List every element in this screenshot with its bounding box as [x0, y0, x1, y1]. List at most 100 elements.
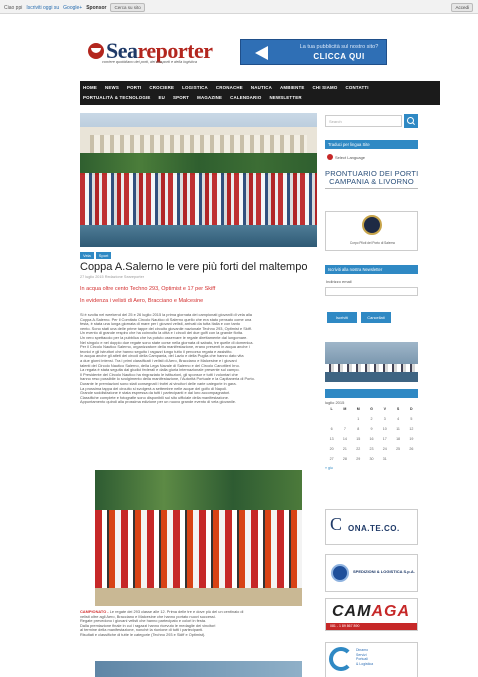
calendar-day[interactable]: 19	[405, 437, 418, 443]
nav-item[interactable]: SPORT	[173, 95, 189, 100]
login-button[interactable]: Accedi	[451, 3, 473, 12]
conateco-name: ONA.TE.CO.	[348, 524, 400, 533]
camaga-name-part-1: CAM	[332, 603, 372, 620]
calendar-day[interactable]: 26	[405, 447, 418, 453]
newsletter-widget-title: Iscriviti alla nostra Newsletter	[325, 265, 418, 274]
calendar-day[interactable]: 5	[405, 417, 418, 423]
calendar-day[interactable]: 15	[352, 437, 365, 443]
calendar-day[interactable]: 13	[325, 437, 338, 443]
unsubscribe-button[interactable]: Cancellati	[361, 312, 391, 323]
calendar-day[interactable]: 9	[365, 427, 378, 433]
nav-item[interactable]: CROCIERE	[149, 85, 174, 90]
nav-item[interactable]: CRONACHE	[216, 85, 243, 90]
nav-item[interactable]: CALENDARIO	[230, 95, 261, 100]
ad-conateco[interactable]: C ONA.TE.CO.	[325, 509, 418, 545]
toolbar-label: Ciao ppi	[4, 4, 23, 11]
article-hero-image[interactable]	[80, 113, 317, 247]
tag-vela[interactable]: Vela	[80, 252, 94, 259]
calendar-day[interactable]: 22	[352, 447, 365, 453]
article-subhead-2: In evidenza i velisti di Aero, Bracciano…	[80, 298, 204, 304]
nav-item[interactable]: EU	[159, 95, 166, 100]
calendar-day[interactable]: 28	[338, 457, 351, 463]
nav-item[interactable]: PORTUALITÀ & TECNOLOGIE	[83, 95, 151, 100]
calendar-day[interactable]: 4	[391, 417, 404, 423]
nav-item[interactable]: PORTI	[127, 85, 141, 90]
port-photo[interactable]	[325, 342, 418, 382]
calendar-day	[338, 417, 351, 423]
calendar-day[interactable]: 17	[378, 437, 391, 443]
calendar-grid: L M M G V S D 1 2 3 4 5 6 7 8 9 10 11 12 13 14 15 16 17 18 19 20 21…	[325, 407, 418, 463]
calendar-day[interactable]: 27	[325, 457, 338, 463]
calendar-day[interactable]: 14	[338, 437, 351, 443]
calendar-widget: luglio 2015 L M M G V S D 1 2 3 4 5 6 7 8 9 10 11 12 13 14 15…	[325, 400, 418, 470]
seal-icon	[362, 215, 382, 235]
article-body: Si è svolta nel weekend del 25 e 26 lugl…	[80, 313, 317, 405]
toolbar-link[interactable]: Iscriviti oggi su	[26, 5, 59, 11]
nav-item[interactable]: NAUTICA	[251, 85, 272, 90]
logo-tagline: corriere quotidiano dei porti, dei trasp…	[102, 60, 197, 64]
ad-camaga[interactable]: CAMAGA 081 - 1 89 867 890	[325, 598, 418, 631]
calendar-day[interactable]: 24	[378, 447, 391, 453]
nav-item[interactable]: HOME	[83, 85, 97, 90]
nav-row-1: HOME NEWS PORTI CROCIERE LOGISTICA CRONACHE NA…	[83, 85, 369, 90]
dinamo-line: & Logistica	[356, 661, 374, 666]
calendar-day[interactable]: 7	[338, 427, 351, 433]
caption-line-text: Dalla premiazione finale in cui i ragazz…	[80, 623, 216, 628]
calendar-prev-link[interactable]: « giu	[325, 466, 418, 470]
calendar-day[interactable]: 12	[405, 427, 418, 433]
nav-item[interactable]: CONTATTI	[346, 85, 369, 90]
caption-line: Risultati e classifiche di tutte le cate…	[80, 633, 317, 638]
nav-item[interactable]: MAGAZINE	[197, 95, 222, 100]
article-photo-3[interactable]	[95, 661, 302, 677]
calendar-day[interactable]: 16	[365, 437, 378, 443]
calendar-day[interactable]: 3	[378, 417, 391, 423]
advertise-banner[interactable]: La tua pubblicità sul nostro sito? CLICC…	[240, 39, 387, 65]
article-title: Coppa A.Salerno le vere più forti del ma…	[80, 261, 308, 273]
calendar-day[interactable]: 23	[365, 447, 378, 453]
calendar-day[interactable]: 6	[325, 427, 338, 433]
nav-item[interactable]: NEWS	[105, 85, 119, 90]
calendar-day[interactable]: 10	[378, 427, 391, 433]
google-translate-icon	[327, 154, 333, 160]
prontuario-line-2: CAMPANIA & LIVORNO	[329, 177, 414, 186]
piloti-caption: Corpo Piloti del Porto di Salerno	[349, 241, 396, 245]
ad-dinamo[interactable]: Dinamo Servizi Portuali & Logistica	[325, 642, 418, 677]
nav-item[interactable]: LOGISTICA	[182, 85, 208, 90]
ad-spedizioni[interactable]: SPEDIZIONI & LOGISTICA S.p.A.	[325, 554, 418, 592]
banner-text: La tua pubblicità sul nostro sito?	[299, 44, 379, 50]
nav-row-2: PORTUALITÀ & TECNOLOGIE EU SPORT MAGAZINE CA…	[83, 95, 302, 100]
calendar-day[interactable]: 21	[338, 447, 351, 453]
calendar-day[interactable]: 29	[352, 457, 365, 463]
nav-item[interactable]: CHI SIAMO	[313, 85, 338, 90]
subscribe-button[interactable]: Iscriviti	[327, 312, 357, 323]
caption-line-text: velisti oltre agli Aero, Bracciano e Mal…	[80, 614, 216, 619]
nav-item[interactable]: AMBIENTE	[280, 85, 305, 90]
calendar-day[interactable]: 11	[391, 427, 404, 433]
toolbar-search-button[interactable]: Cerca su sito	[110, 3, 145, 12]
prontuario-banner[interactable]: PRONTUARIO DEI PORTI CAMPANIA & LIVORNO	[325, 170, 418, 189]
logo-ship-icon	[88, 43, 104, 59]
newsletter-email-field[interactable]	[325, 287, 418, 296]
search-icon[interactable]	[404, 114, 418, 128]
calendar-day[interactable]: 18	[391, 437, 404, 443]
calendar-day[interactable]: 1	[352, 417, 365, 423]
calendar-day[interactable]: 8	[352, 427, 365, 433]
language-select[interactable]: Select Language	[327, 154, 365, 160]
spedizioni-name: SPEDIZIONI & LOGISTICA S.p.A.	[353, 569, 415, 574]
calendar-day[interactable]: 2	[365, 417, 378, 423]
caption-line-text: al termine della manifestazione, nonché …	[80, 628, 204, 633]
calendar-day	[391, 457, 404, 463]
calendar-day[interactable]: 31	[378, 457, 391, 463]
calendar-day[interactable]: 30	[365, 457, 378, 463]
toolbar-link-google[interactable]: Google+	[63, 5, 82, 11]
article-photo-windsurf[interactable]	[95, 470, 302, 606]
article-caption: CAMPIONATO - Le regate dei 293 classe al…	[80, 610, 317, 638]
calendar-day[interactable]: 20	[325, 447, 338, 453]
calendar-day[interactable]: 25	[391, 447, 404, 453]
search-input[interactable]: Search	[325, 115, 402, 127]
tag-sport[interactable]: Sport	[95, 252, 112, 259]
toolbar-sponsor: Sponsor	[86, 4, 107, 11]
piloti-banner[interactable]: Corpo Piloti del Porto di Salerno	[325, 211, 418, 251]
nav-item[interactable]: NEWSLETTER	[269, 95, 301, 100]
photo-sails	[95, 510, 302, 590]
